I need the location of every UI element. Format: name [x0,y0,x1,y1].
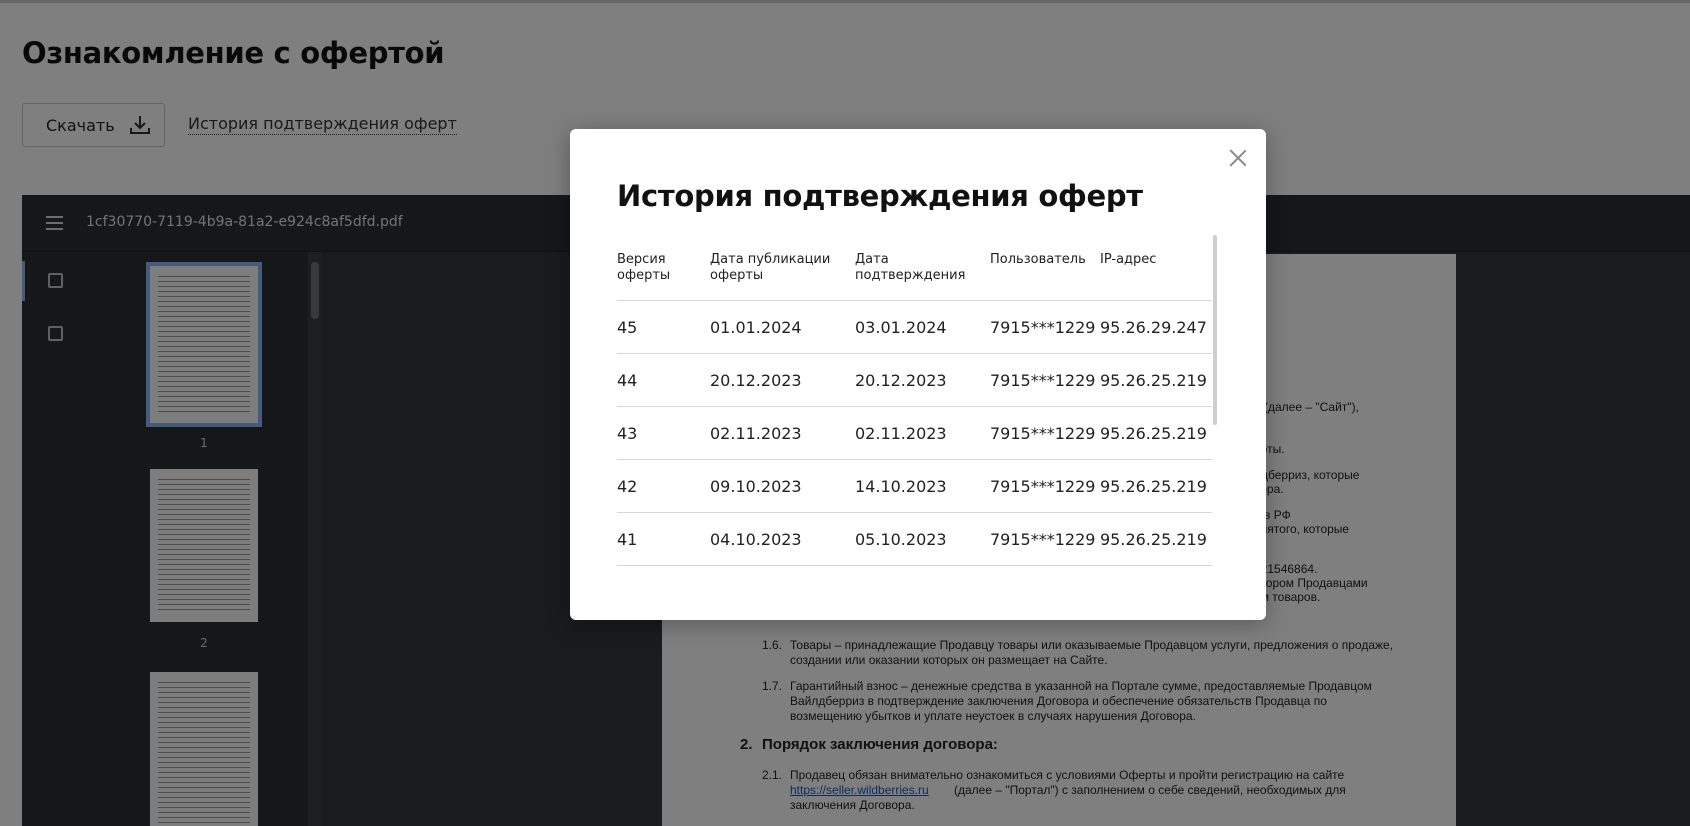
cell-version: 42 [617,477,638,496]
cell-ip: 95.26.25.219 [1100,371,1207,390]
table-row: 42 09.10.2023 14.10.2023 7915***1229 95.… [617,460,1212,513]
cell-user: 7915***1229 [990,318,1096,337]
cell-confirmation-date: 14.10.2023 [855,477,947,496]
cell-confirmation-date: 02.11.2023 [855,424,947,443]
table-row: 45 01.01.2024 03.01.2024 7915***1229 95.… [617,301,1212,354]
cell-publication-date: 02.11.2023 [710,424,802,443]
table-header: Версия оферты Дата публикации оферты Дат… [617,235,1212,301]
close-icon[interactable] [1228,148,1248,168]
cell-confirmation-date: 20.12.2023 [855,371,947,390]
column-header-ip: IP-адрес [1100,252,1157,267]
cell-user: 7915***1229 [990,530,1096,549]
cell-confirmation-date: 03.01.2024 [855,318,947,337]
cell-user: 7915***1229 [990,477,1096,496]
cell-version: 44 [617,371,638,390]
column-header-confirmation-date: Дата подтверждения [855,252,966,283]
cell-publication-date: 09.10.2023 [710,477,802,496]
cell-ip: 95.26.29.247 [1100,318,1207,337]
column-header-user: Пользователь [990,252,1086,267]
cell-ip: 95.26.25.219 [1100,530,1207,549]
column-header-version: Версия оферты [617,252,671,283]
cell-confirmation-date: 05.10.2023 [855,530,947,549]
cell-ip: 95.26.25.219 [1100,424,1207,443]
cell-publication-date: 04.10.2023 [710,530,802,549]
column-header-publication-date: Дата публикации оферты [710,252,831,283]
cell-publication-date: 01.01.2024 [710,318,802,337]
cell-user: 7915***1229 [990,371,1096,390]
cell-ip: 95.26.25.219 [1100,477,1207,496]
cell-version: 45 [617,318,638,337]
cell-version: 43 [617,424,638,443]
table-row: 44 20.12.2023 20.12.2023 7915***1229 95.… [617,354,1212,407]
cell-version: 41 [617,530,638,549]
cell-publication-date: 20.12.2023 [710,371,802,390]
offer-history-table: Версия оферты Дата публикации оферты Дат… [617,235,1212,620]
offer-history-modal: История подтверждения оферт Версия оферт… [570,129,1266,620]
table-row: 41 04.10.2023 05.10.2023 7915***1229 95.… [617,513,1212,566]
table-row: 43 02.11.2023 02.11.2023 7915***1229 95.… [617,407,1212,460]
modal-title: История подтверждения оферт [617,179,1143,213]
cell-user: 7915***1229 [990,424,1096,443]
modal-scrollbar[interactable] [1213,235,1217,425]
